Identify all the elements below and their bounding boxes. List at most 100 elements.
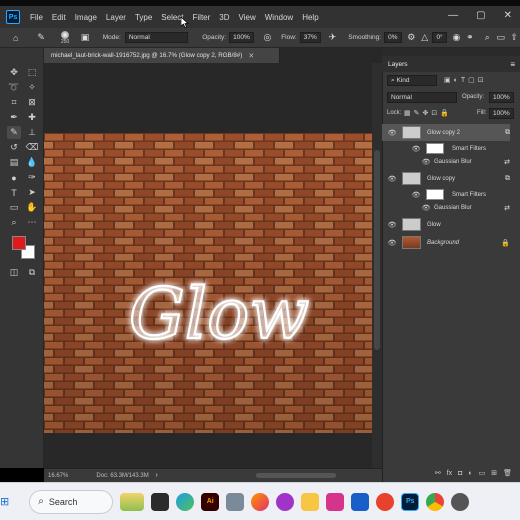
widget-icon[interactable]: [120, 492, 145, 511]
windows-start-icon[interactable]: ⊞: [0, 495, 9, 508]
smoothing-field[interactable]: 0%: [384, 32, 402, 43]
layer-row-glow[interactable]: 👁 Glow: [382, 216, 510, 233]
document-tab[interactable]: michael_laut-brick-wall-1916752.jpg @ 16…: [44, 48, 280, 63]
visibility-eye-icon[interactable]: 👁: [422, 204, 431, 212]
brush-settings-icon[interactable]: ▣: [79, 32, 90, 44]
menu-help[interactable]: Help: [302, 13, 318, 22]
new-group-icon[interactable]: ▭: [479, 469, 486, 477]
close-tab-icon[interactable]: ✕: [248, 52, 254, 60]
lock-icons[interactable]: ▦✎✥⊡🔒: [404, 109, 452, 117]
office-app-icon[interactable]: [376, 492, 395, 511]
airbrush-icon[interactable]: ✈: [327, 32, 338, 44]
quick-select-tool-icon[interactable]: ✧: [25, 81, 39, 94]
layers-tab[interactable]: Layers: [388, 61, 408, 68]
photo-app-icon[interactable]: [326, 492, 345, 511]
horizontal-scroll-thumb[interactable]: [256, 473, 336, 478]
menu-view[interactable]: View: [239, 13, 256, 22]
eraser-tool-icon[interactable]: ⌫: [25, 141, 39, 154]
gradient-tool-icon[interactable]: ▤: [7, 156, 21, 169]
hand-tool-icon[interactable]: ✋: [25, 201, 39, 214]
firefox-icon[interactable]: [251, 492, 270, 511]
visibility-eye-icon[interactable]: 👁: [388, 221, 397, 229]
rectangle-tool-icon[interactable]: ▭: [7, 201, 21, 214]
layer-row-glow-copy-2[interactable]: 👁 Glow copy 2 ⧉: [382, 124, 510, 141]
maximize-button[interactable]: ▢: [476, 10, 485, 21]
edge-browser-icon[interactable]: [176, 492, 195, 511]
close-button[interactable]: ✕: [504, 10, 512, 21]
layer-row-smart-filters[interactable]: 👁 Smart Filters: [382, 141, 510, 156]
opacity-field[interactable]: 100%: [229, 32, 254, 43]
delete-layer-icon[interactable]: 🗑: [503, 469, 512, 477]
status-arrow-icon[interactable]: ›: [151, 470, 163, 482]
calculator-icon[interactable]: [226, 492, 245, 511]
path-selection-tool-icon[interactable]: ➤: [25, 186, 39, 199]
taskbar-search-box[interactable]: ⌕ Search: [29, 489, 114, 514]
visibility-eye-icon[interactable]: 👁: [388, 175, 397, 183]
file-explorer-icon[interactable]: [301, 492, 320, 511]
layer-row-background[interactable]: 👁 Background 🔒: [382, 234, 510, 251]
brush-preset-picker[interactable]: 250: [61, 30, 69, 45]
layer-filter-kind-select[interactable]: ⌕ Kind: [387, 75, 439, 86]
eyedropper-tool-icon[interactable]: ✒: [7, 111, 21, 124]
photoshop-taskbar-icon[interactable]: Ps: [401, 492, 420, 511]
angle-field[interactable]: 0°: [432, 32, 447, 43]
share-icon[interactable]: ⇪: [509, 32, 520, 44]
pen-tool-icon[interactable]: ✑: [25, 171, 39, 184]
symmetry-icon[interactable]: ⚭: [464, 32, 475, 44]
visibility-eye-icon[interactable]: 👁: [422, 158, 431, 166]
menu-image[interactable]: Image: [75, 13, 97, 22]
menu-edit[interactable]: Edit: [52, 13, 66, 22]
doc-size[interactable]: Doc: 63.3M/143.3M: [96, 473, 148, 479]
new-layer-icon[interactable]: ⊞: [491, 469, 497, 477]
menu-type[interactable]: Type: [135, 13, 152, 22]
layer-opacity-field[interactable]: 100%: [489, 92, 514, 103]
visibility-eye-icon[interactable]: 👁: [388, 129, 397, 137]
zoom-tool-icon[interactable]: ⌕: [7, 216, 21, 229]
filter-row-gaussian-blur[interactable]: 👁 Gaussian Blur ⇄: [382, 156, 510, 168]
visibility-eye-icon[interactable]: 👁: [388, 239, 397, 247]
blur-tool-icon[interactable]: 💧: [25, 156, 39, 169]
filter-row-gaussian-blur[interactable]: 👁 Gaussian Blur ⇄: [382, 202, 510, 214]
fill-field[interactable]: 100%: [489, 108, 514, 119]
add-mask-icon[interactable]: ◘: [458, 470, 462, 477]
healing-brush-tool-icon[interactable]: ✚: [25, 111, 39, 124]
layer-filter-icons[interactable]: ▣◐T▢⊡: [444, 76, 487, 84]
visibility-eye-icon[interactable]: 👁: [412, 191, 421, 199]
search-icon[interactable]: ⌕: [482, 32, 493, 44]
quick-mask-icon[interactable]: ◫: [7, 266, 21, 279]
zoom-level[interactable]: 16.67%: [48, 473, 68, 479]
canvas[interactable]: Glow: [44, 133, 372, 433]
home-icon[interactable]: ⌂: [10, 32, 21, 44]
type-tool-icon[interactable]: T: [7, 186, 21, 199]
menu-window[interactable]: Window: [265, 13, 293, 22]
crop-tool-icon[interactable]: ⌗: [7, 96, 21, 109]
menu-filter[interactable]: Filter: [193, 13, 211, 22]
filter-options-icon[interactable]: ⇄: [504, 158, 510, 166]
vertical-scroll-thumb[interactable]: [374, 150, 380, 350]
clone-stamp-tool-icon[interactable]: ⊥: [25, 126, 39, 139]
chrome-icon[interactable]: [426, 492, 445, 511]
smoothing-options-gear-icon[interactable]: ⚙: [406, 32, 417, 44]
layer-style-fx-icon[interactable]: fx: [447, 470, 452, 477]
more-tools-icon[interactable]: ⋯: [25, 216, 39, 229]
menu-3d[interactable]: 3D: [219, 13, 229, 22]
marquee-tool-icon[interactable]: ⬚: [25, 66, 39, 79]
mode-select[interactable]: Normal: [124, 32, 189, 43]
headphones-app-icon[interactable]: [276, 492, 295, 511]
menu-file[interactable]: File: [30, 13, 43, 22]
illustrator-icon[interactable]: Ai: [201, 492, 220, 511]
lasso-tool-icon[interactable]: ➰: [7, 81, 21, 94]
brush-tool-icon[interactable]: ✎: [35, 32, 46, 44]
filter-options-icon[interactable]: ⇄: [504, 204, 510, 212]
adjustment-layer-icon[interactable]: ◐: [468, 470, 472, 477]
store-app-icon[interactable]: [351, 492, 370, 511]
link-layers-icon[interactable]: ⚯: [435, 469, 441, 477]
layer-row-glow-copy[interactable]: 👁 Glow copy ⧉: [382, 170, 510, 187]
dodge-tool-icon[interactable]: ●: [7, 171, 21, 184]
pressure-size-icon[interactable]: ◉: [451, 32, 462, 44]
foreground-color-swatch[interactable]: [12, 236, 26, 250]
task-view-icon[interactable]: [151, 492, 170, 511]
panel-menu-icon[interactable]: ≡: [510, 60, 515, 69]
workspace-icon[interactable]: ▭: [495, 32, 506, 44]
app-icon[interactable]: [451, 492, 470, 511]
